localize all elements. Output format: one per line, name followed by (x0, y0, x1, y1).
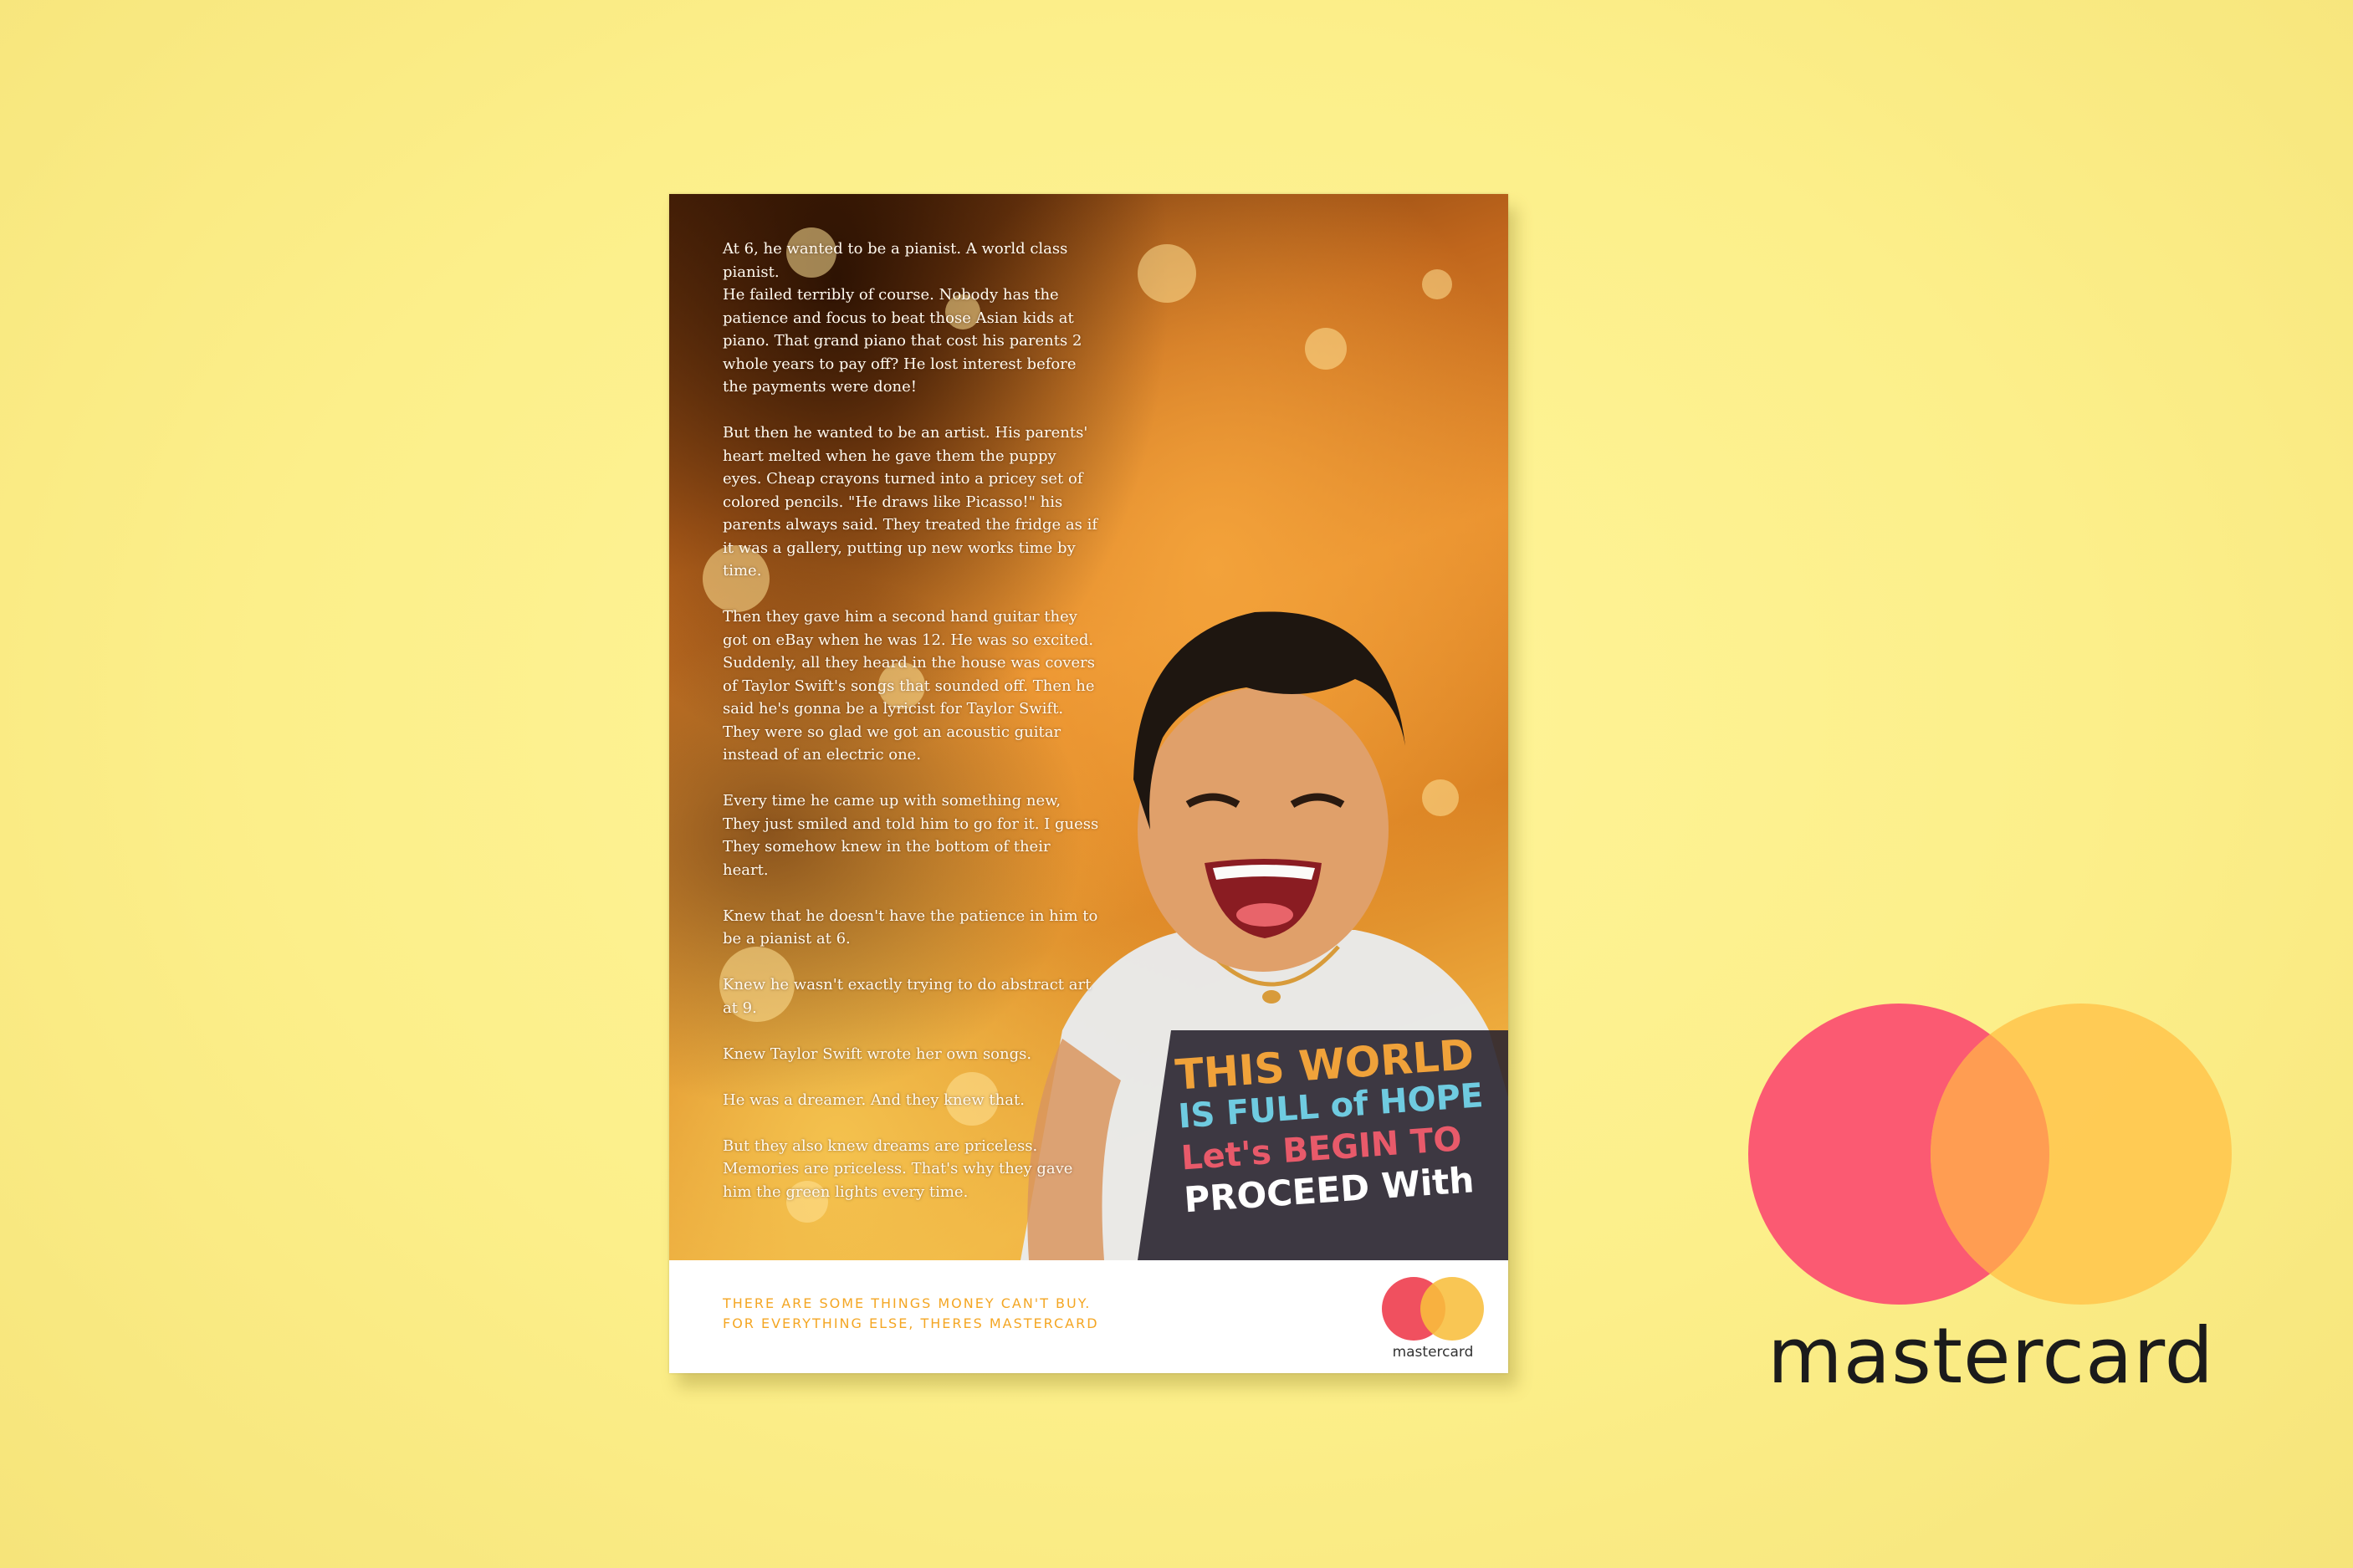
mastercard-logo-small: mastercard (1379, 1277, 1487, 1361)
ad-paragraph: He was a dreamer. And they knew that. (723, 1090, 1025, 1109)
logo-wordmark: mastercard (1767, 1311, 2214, 1401)
tagline: THERE ARE SOME THINGS MONEY CAN'T BUY. F… (723, 1294, 1099, 1334)
ad-paragraph: But then he wanted to be an artist. His … (723, 424, 1097, 580)
ad-paragraph: Knew that he doesn't have the patience i… (723, 907, 1098, 948)
ad-paragraph: Knew Taylor Swift wrote her own songs. (723, 1044, 1032, 1063)
ad-footer: THERE ARE SOME THINGS MONEY CAN'T BUY. F… (669, 1260, 1508, 1373)
ad-paragraph: Knew he wasn't exactly trying to do abst… (723, 976, 1092, 1017)
shirt-print: THIS WORLD IS FULL of HOPE Let's BEGIN T… (1174, 1030, 1508, 1222)
ad-paragraph: But they also knew dreams are priceless.… (723, 1136, 1073, 1201)
logo-overlap (1931, 1004, 2232, 1305)
ad-copy: At 6, he wanted to be a pianist. A world… (723, 237, 1099, 1227)
ad-paragraph: Every time he came up with something new… (723, 792, 1099, 879)
mastercard-logo-large: mastercard (1740, 1004, 2242, 1405)
logo-yellow-circle (1420, 1277, 1484, 1341)
ad-photo: THIS WORLD IS FULL of HOPE Let's BEGIN T… (669, 194, 1508, 1260)
tagline-line: THERE ARE SOME THINGS MONEY CAN'T BUY. (723, 1295, 1092, 1311)
tagline-line: FOR EVERYTHING ELSE, THERES MASTERCARD (723, 1315, 1099, 1331)
ad-paragraph: Then they gave him a second hand guitar … (723, 608, 1095, 764)
ad-card: THIS WORLD IS FULL of HOPE Let's BEGIN T… (669, 194, 1508, 1373)
logo-wordmark: mastercard (1392, 1344, 1474, 1361)
ad-paragraph: At 6, he wanted to be a pianist. A world… (723, 240, 1082, 396)
